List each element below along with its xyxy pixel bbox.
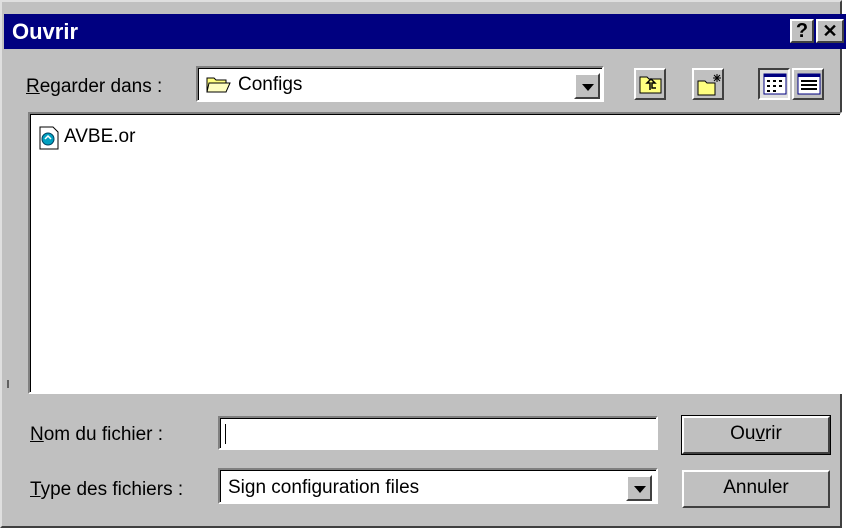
file-name-label: Nom du fichier : [30,424,164,445]
new-folder-icon [697,74,721,96]
close-button[interactable]: ✕ [816,19,844,43]
up-one-level-button[interactable] [634,68,666,100]
list-view-icon [763,73,787,95]
file-type-value: Sign configuration files [228,477,420,498]
open-file-dialog: Ouvrir ? ✕ Regarder dans : Configs AVBE.… [0,0,846,528]
look-in-label: Regarder dans : [26,76,163,97]
look-in-value: Configs [238,74,303,95]
file-list-area [30,114,840,392]
text-caret [225,424,226,444]
file-type-dropdown[interactable]: Sign configuration files [218,468,658,504]
folder-icon [206,77,231,93]
chevron-down-icon [634,486,646,493]
look-in-dropdown-button[interactable] [574,73,600,99]
dialog-title: Ouvrir [12,19,79,44]
title-bar[interactable]: Ouvrir ? ✕ [4,14,846,49]
file-type-label: Type des fichiers : [30,479,184,500]
file-name-field [220,418,656,448]
file-list[interactable]: AVBE.or [28,112,842,394]
background-mark [7,380,9,388]
config-file-icon [39,126,59,150]
open-button[interactable]: Ouvrir [681,415,831,455]
new-folder-button[interactable] [692,68,724,100]
details-view-button[interactable] [792,68,824,100]
details-view-icon [797,73,821,95]
file-name: AVBE.or [64,126,136,147]
list-view-button[interactable] [758,68,790,100]
chevron-down-icon [582,84,594,91]
look-in-dropdown[interactable]: Configs [196,66,604,102]
cancel-button[interactable]: Annuler [682,470,830,508]
up-one-level-icon [639,76,662,94]
help-button[interactable]: ? [790,19,814,43]
close-icon: ✕ [822,21,838,41]
file-type-dropdown-button[interactable] [626,475,652,501]
file-name-input[interactable] [218,416,658,450]
